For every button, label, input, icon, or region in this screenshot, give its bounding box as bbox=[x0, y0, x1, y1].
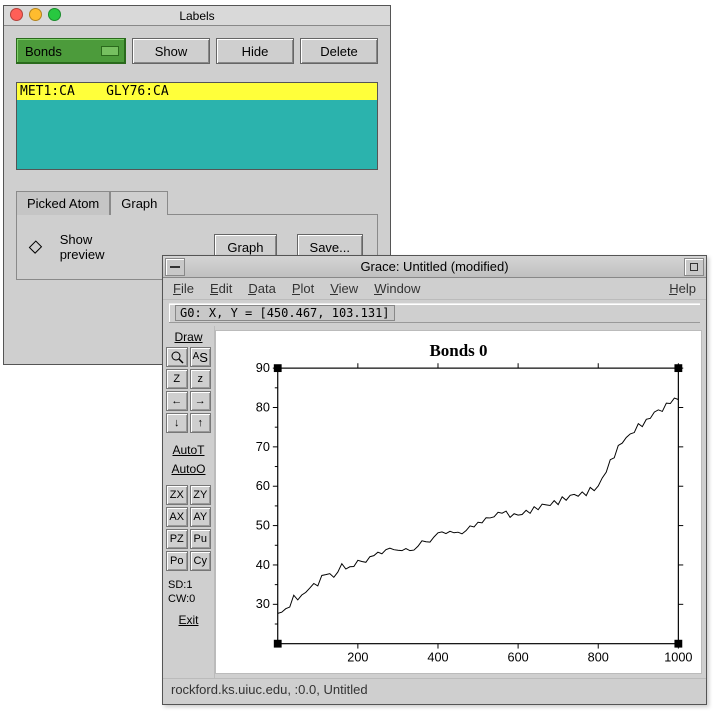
hide-button[interactable]: Hide bbox=[216, 38, 294, 64]
dropdown-indicator-icon bbox=[101, 46, 119, 56]
tab-graph[interactable]: Graph bbox=[110, 191, 168, 215]
menu-window[interactable]: Window bbox=[374, 281, 420, 296]
grace-window-title: Grace: Untitled (modified) bbox=[187, 259, 682, 274]
svg-text:400: 400 bbox=[427, 650, 448, 664]
autot-button[interactable]: AutoT bbox=[166, 443, 211, 457]
svg-text:1000: 1000 bbox=[664, 650, 692, 664]
svg-text:800: 800 bbox=[588, 650, 609, 664]
window-controls bbox=[10, 8, 61, 21]
arrow-left-icon[interactable]: ← bbox=[166, 391, 188, 411]
grace-window: Grace: Untitled (modified) File Edit Dat… bbox=[162, 255, 707, 705]
close-icon[interactable] bbox=[10, 8, 23, 21]
po-button[interactable]: Po bbox=[166, 551, 188, 571]
menu-data[interactable]: Data bbox=[248, 281, 275, 296]
draw-button[interactable]: Draw bbox=[166, 330, 211, 344]
window-title: Labels bbox=[179, 9, 214, 23]
menu-view[interactable]: View bbox=[330, 281, 358, 296]
zy-button[interactable]: ZY bbox=[190, 485, 212, 505]
menubar: File Edit Data Plot View Window Help bbox=[163, 278, 706, 300]
cy-button[interactable]: Cy bbox=[190, 551, 212, 571]
svg-text:80: 80 bbox=[256, 400, 270, 414]
menu-edit[interactable]: Edit bbox=[210, 281, 232, 296]
tab-picked-atom[interactable]: Picked Atom bbox=[16, 191, 110, 215]
plot-area[interactable]: Bonds 0 304050607080902004006008001000 bbox=[215, 330, 702, 674]
show-button[interactable]: Show bbox=[132, 38, 210, 64]
arrow-up-icon[interactable]: ↑ bbox=[190, 413, 212, 433]
zx-button[interactable]: ZX bbox=[166, 485, 188, 505]
autoscale-icon[interactable]: AS bbox=[190, 347, 212, 367]
menu-plot[interactable]: Plot bbox=[292, 281, 314, 296]
ay-button[interactable]: AY bbox=[190, 507, 212, 527]
labels-titlebar: Labels bbox=[4, 6, 390, 26]
svg-text:600: 600 bbox=[508, 650, 529, 664]
autoo-button[interactable]: AutoO bbox=[166, 462, 211, 476]
cw-label: CW:0 bbox=[166, 593, 211, 605]
grace-footer: rockford.ks.uiuc.edu, :0.0, Untitled bbox=[163, 678, 706, 700]
locator-text: G0: X, Y = [450.467, 103.131] bbox=[175, 305, 395, 321]
exit-button[interactable]: Exit bbox=[166, 613, 211, 627]
svg-text:60: 60 bbox=[256, 479, 270, 493]
ax-button[interactable]: AX bbox=[166, 507, 188, 527]
pu-button[interactable]: Pu bbox=[190, 529, 212, 549]
chart-canvas: 30 40 50 60 70 80 90 200 400 600 800 1000 bbox=[216, 331, 701, 673]
maximize-icon[interactable] bbox=[684, 258, 704, 276]
sd-label: SD:1 bbox=[166, 579, 211, 591]
menu-file[interactable]: File bbox=[173, 281, 194, 296]
zoom-in-icon[interactable] bbox=[166, 347, 188, 367]
show-preview-label: Show preview bbox=[60, 232, 128, 262]
svg-text:50: 50 bbox=[256, 518, 270, 532]
labels-list[interactable]: MET1:CA GLY76:CA bbox=[16, 82, 378, 170]
svg-text:90: 90 bbox=[256, 361, 270, 375]
svg-text:40: 40 bbox=[256, 558, 270, 572]
shrink-z-icon[interactable]: z bbox=[190, 369, 212, 389]
grace-titlebar: Grace: Untitled (modified) bbox=[163, 256, 706, 278]
category-dropdown[interactable]: Bonds bbox=[16, 38, 126, 64]
arrow-right-icon[interactable]: → bbox=[190, 391, 212, 411]
dropdown-label: Bonds bbox=[25, 44, 62, 59]
arrow-down-icon[interactable]: ↓ bbox=[166, 413, 188, 433]
menu-help[interactable]: Help bbox=[669, 281, 696, 296]
locator-bar: G0: X, Y = [450.467, 103.131] bbox=[169, 303, 700, 323]
delete-button[interactable]: Delete bbox=[300, 38, 378, 64]
svg-text:200: 200 bbox=[347, 650, 368, 664]
svg-text:30: 30 bbox=[256, 597, 270, 611]
tool-panel: Draw AS Z z ← → ↓ ↑ AutoT AutoO ZXZY AXA… bbox=[163, 326, 215, 678]
pz-button[interactable]: PZ bbox=[166, 529, 188, 549]
footer-text: rockford.ks.uiuc.edu, :0.0, Untitled bbox=[171, 682, 368, 697]
zoom-icon[interactable] bbox=[48, 8, 61, 21]
list-item[interactable]: MET1:CA GLY76:CA bbox=[17, 83, 377, 100]
expand-z-icon[interactable]: Z bbox=[166, 369, 188, 389]
sysmenu-icon[interactable] bbox=[165, 258, 185, 276]
minimize-icon[interactable] bbox=[29, 8, 42, 21]
diamond-bullet-icon bbox=[29, 240, 42, 253]
svg-text:70: 70 bbox=[256, 440, 270, 454]
